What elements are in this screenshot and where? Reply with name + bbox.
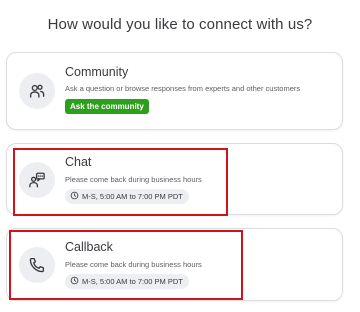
callback-title: Callback bbox=[65, 240, 113, 254]
callback-hours-badge: M-S, 5:00 AM to 7:00 PM PDT bbox=[65, 274, 189, 289]
community-title: Community bbox=[65, 65, 129, 79]
community-card[interactable]: Community Ask a question or browse respo… bbox=[6, 52, 343, 130]
phone-icon bbox=[19, 247, 55, 283]
chat-card[interactable]: Chat Please come back during business ho… bbox=[6, 143, 343, 215]
callback-description: Please come back during business hours bbox=[65, 260, 202, 269]
chat-agent-icon bbox=[19, 162, 55, 198]
community-description: Ask a question or browse responses from … bbox=[65, 84, 301, 93]
chat-description: Please come back during business hours bbox=[65, 175, 202, 184]
community-people-icon bbox=[19, 73, 55, 109]
clock-icon bbox=[70, 276, 79, 287]
ask-community-button[interactable]: Ask the community bbox=[65, 99, 149, 114]
clock-icon bbox=[70, 191, 79, 202]
page-heading: How would you like to connect with us? bbox=[47, 16, 313, 33]
callback-hours-text: M-S, 5:00 AM to 7:00 PM PDT bbox=[82, 277, 183, 286]
callback-card[interactable]: Callback Please come back during busines… bbox=[6, 228, 343, 301]
chat-hours-text: M-S, 5:00 AM to 7:00 PM PDT bbox=[82, 192, 183, 201]
chat-hours-badge: M-S, 5:00 AM to 7:00 PM PDT bbox=[65, 189, 189, 204]
chat-title: Chat bbox=[65, 155, 92, 169]
